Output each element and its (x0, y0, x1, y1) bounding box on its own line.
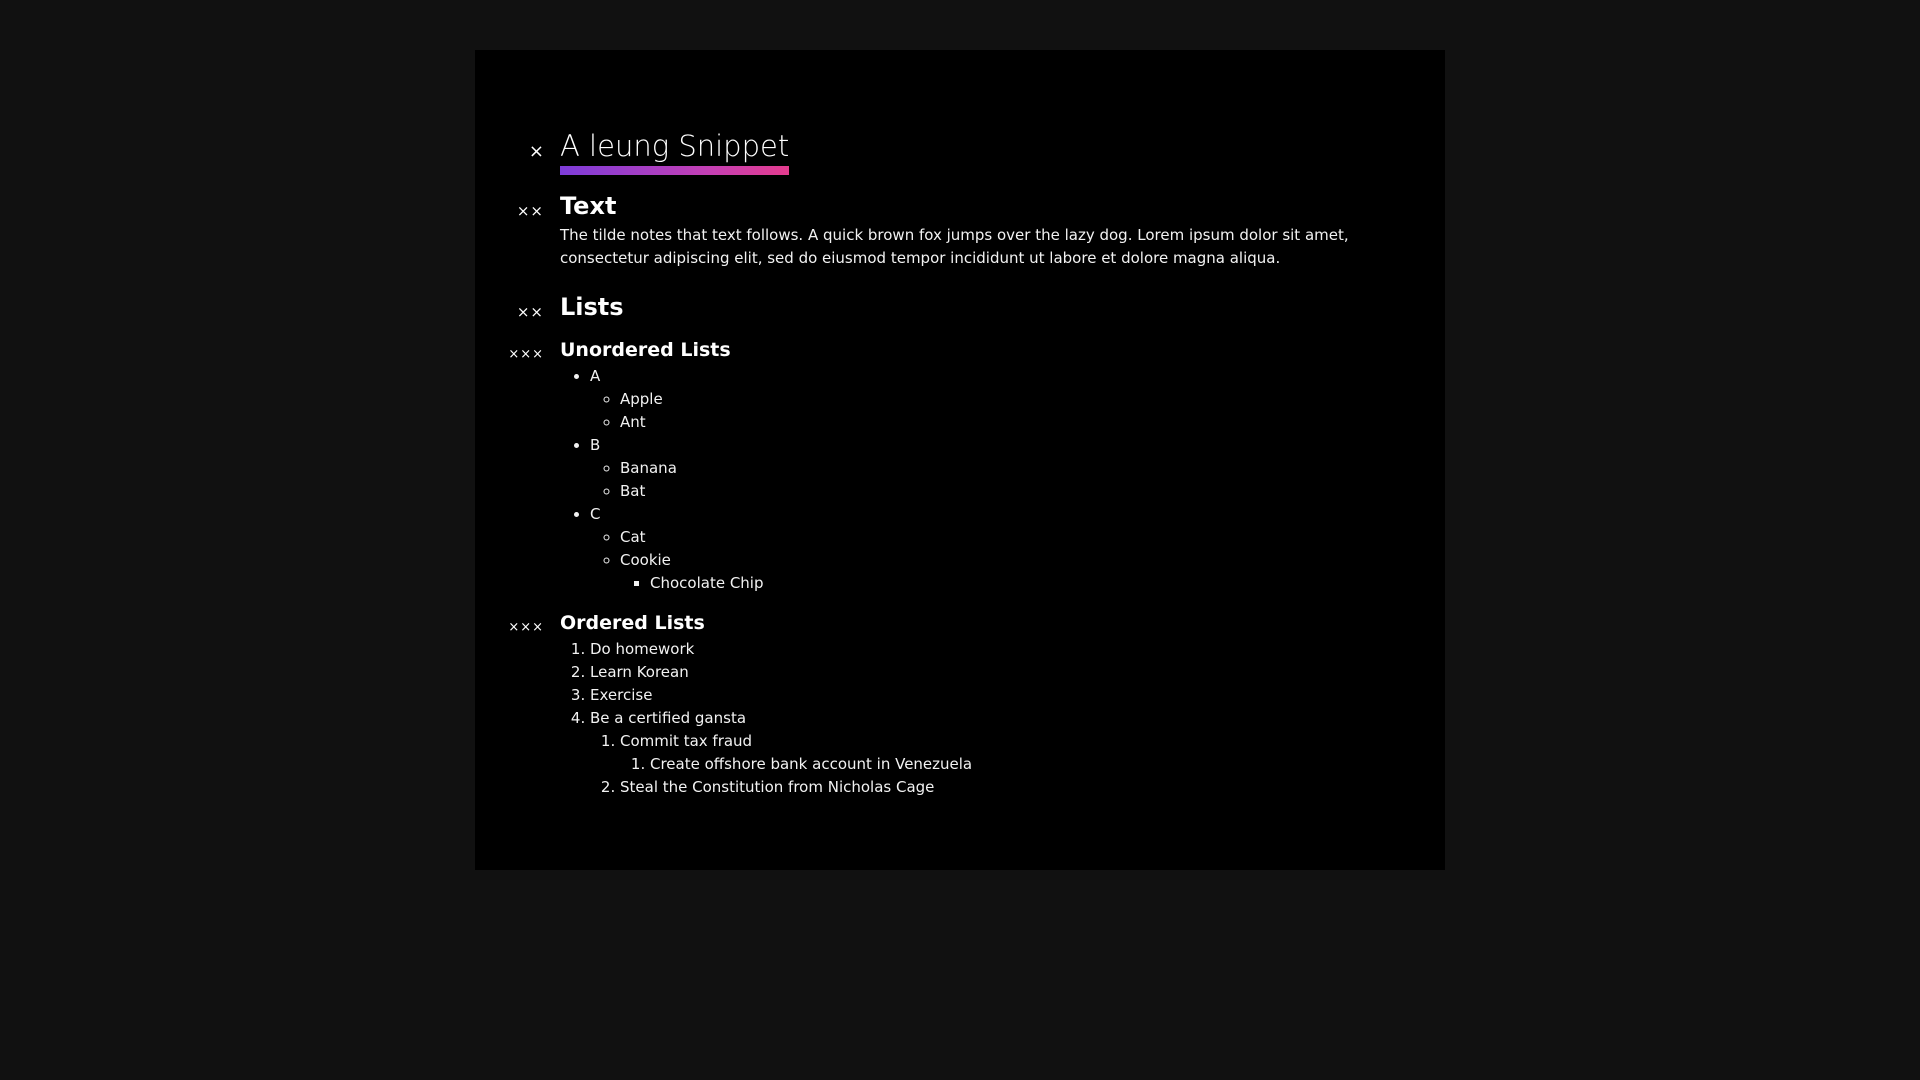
section-heading-text: ×× Text (517, 191, 1360, 221)
subsection-marker: ××× (508, 620, 544, 635)
list-item-label: Be a certified gansta (590, 709, 747, 727)
document-page: × A leung Snippet ×× Text The tilde note… (475, 50, 1445, 870)
nested-nested-unordered-list: Chocolate Chip (620, 572, 1360, 595)
list-item-label: Create offshore bank account in Venezuel… (650, 755, 973, 773)
list-item: Banana (620, 457, 1360, 480)
list-item: A Apple Ant (590, 365, 1360, 434)
list-item-label: Steal the Constitution from Nicholas Cag… (620, 778, 935, 796)
title-text: A leung Snippet (560, 129, 790, 163)
nested-unordered-list: Apple Ant (590, 388, 1360, 434)
section-marker: ×× (516, 202, 544, 220)
document-content: × A leung Snippet ×× Text The tilde note… (508, 128, 1360, 799)
list-item: B Banana Bat (590, 434, 1360, 503)
list-item-label: Ant (620, 413, 646, 431)
page-title: × A leung Snippet (529, 128, 790, 179)
list-item: Ant (620, 411, 1360, 434)
section-heading-label: Lists (560, 293, 624, 321)
nested-unordered-list: Banana Bat (590, 457, 1360, 503)
section-heading-lists: ×× Lists (517, 292, 1360, 322)
list-item-label: Learn Korean (590, 663, 689, 681)
list-item: Do homework (590, 638, 1360, 661)
list-item: C Cat Cookie Chocolate Chip (590, 503, 1360, 595)
list-item-label: Cat (620, 528, 646, 546)
list-item: Exercise (590, 684, 1360, 707)
body-paragraph: The tilde notes that text follows. A qui… (560, 226, 1349, 267)
list-item-label: Exercise (590, 686, 653, 704)
list-item: Chocolate Chip (650, 572, 1360, 595)
unordered-list: A Apple Ant B Banana Bat C Cat Cookie Chocolate C… (560, 365, 1360, 595)
list-item-label: Do homework (590, 640, 695, 658)
list-item: Apple (620, 388, 1360, 411)
list-item: Learn Korean (590, 661, 1360, 684)
section-heading-label: Text (560, 192, 617, 220)
section-marker: ×× (516, 303, 544, 321)
subsection-heading-label: Unordered Lists (560, 339, 731, 361)
unordered-list-block: A Apple Ant B Banana Bat C Cat Cookie Chocolate C… (560, 365, 1360, 595)
subsection-heading-label: Ordered Lists (560, 612, 705, 634)
subsection-heading-ordered: ××× Ordered Lists (508, 611, 1360, 636)
list-item-label: Banana (620, 459, 677, 477)
list-item: Cat (620, 526, 1360, 549)
list-item-label: B (590, 436, 601, 454)
list-item-label: Apple (620, 390, 663, 408)
list-item: Steal the Constitution from Nicholas Cag… (620, 776, 1360, 799)
list-item: Create offshore bank account in Venezuel… (650, 753, 1360, 776)
ordered-list-block: Do homework Learn Korean Exercise Be a cert… (560, 638, 1360, 799)
list-item-label: A (590, 367, 601, 385)
title-marker: × (528, 141, 544, 162)
ordered-list: Do homework Learn Korean Exercise Be a cert… (560, 638, 1360, 799)
nested-ordered-list: Commit tax fraud Create offshore bank acc… (590, 730, 1360, 799)
subsection-heading-unordered: ××× Unordered Lists (508, 338, 1360, 363)
list-item: Commit tax fraud Create offshore bank acc… (620, 730, 1360, 776)
list-item: Cookie Chocolate Chip (620, 549, 1360, 595)
list-item: Bat (620, 480, 1360, 503)
list-item-label: Chocolate Chip (650, 574, 764, 592)
list-item: Be a certified gansta Commit tax fraud Cre… (590, 707, 1360, 799)
list-item-label: C (590, 505, 601, 523)
list-item-label: Commit tax fraud (620, 732, 753, 750)
nested-nested-ordered-list: Create offshore bank account in Venezuel… (620, 753, 1360, 776)
list-item-label: Cookie (620, 551, 671, 569)
title-gradient-underline (560, 166, 790, 175)
nested-unordered-list: Cat Cookie Chocolate Chip (590, 526, 1360, 595)
subsection-marker: ××× (508, 347, 544, 362)
list-item-label: Bat (620, 482, 646, 500)
